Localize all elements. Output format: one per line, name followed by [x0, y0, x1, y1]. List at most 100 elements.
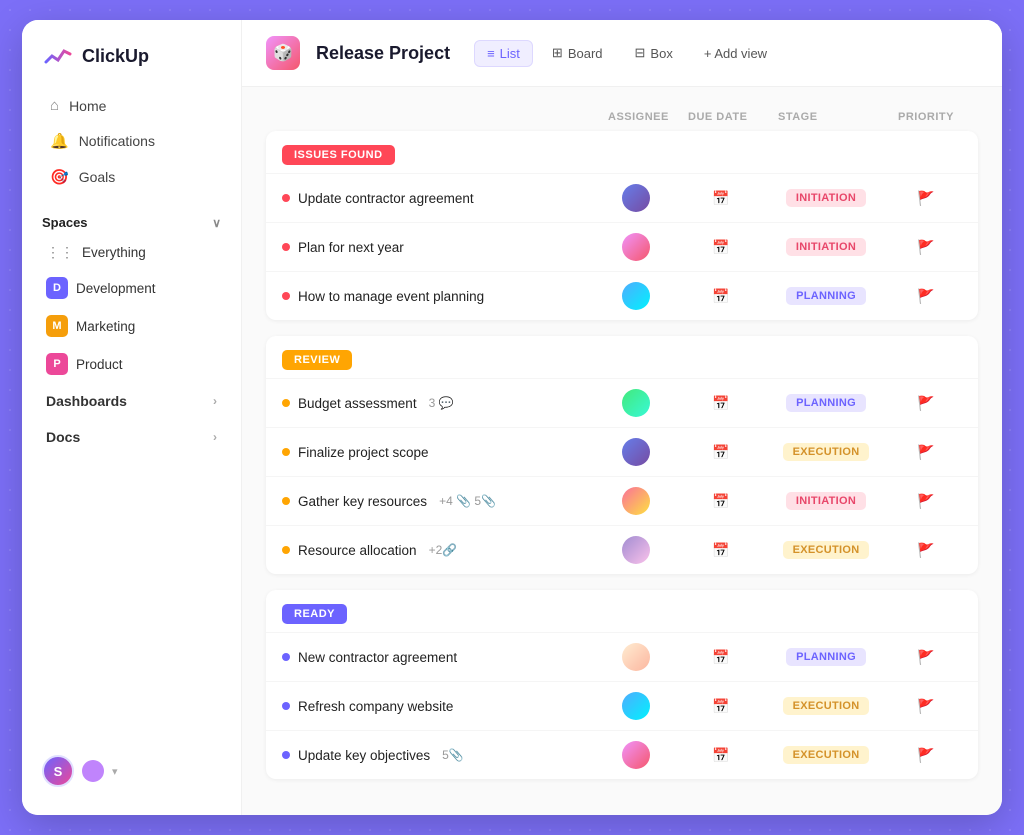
marketing-label: Marketing — [76, 319, 135, 334]
priority-cell: 🚩 — [886, 493, 966, 510]
due-date-cell: 📅 — [676, 493, 766, 510]
table-row[interactable]: Resource allocation +2🔗 📅 EXECUTION 🚩 — [266, 525, 978, 574]
task-name: Refresh company website — [298, 699, 453, 714]
assignee-cell — [596, 438, 676, 466]
task-dot — [282, 497, 290, 505]
home-icon: ⌂ — [50, 97, 59, 114]
due-date-cell: 📅 — [676, 747, 766, 764]
stage-badge: INITIATION — [786, 492, 866, 510]
table-row[interactable]: New contractor agreement 📅 PLANNING 🚩 — [266, 632, 978, 681]
stage-cell: PLANNING — [766, 394, 886, 412]
view-tabs: ≡ List ⊞ Board ⊟ Box + Add view — [474, 39, 779, 67]
grid-icon: ⋮⋮ — [46, 244, 74, 261]
col-due-date: DUE DATE — [688, 111, 778, 123]
due-date-cell: 📅 — [676, 395, 766, 412]
add-view-button[interactable]: + Add view — [692, 41, 779, 66]
section-label-review: REVIEW — [282, 350, 352, 370]
table-row[interactable]: Finalize project scope 📅 EXECUTION 🚩 — [266, 427, 978, 476]
box-icon: ⊟ — [635, 45, 646, 61]
avatar — [622, 536, 650, 564]
priority-cell: 🚩 — [886, 542, 966, 559]
task-dot — [282, 243, 290, 251]
task-name: Update key objectives — [298, 748, 430, 763]
add-view-label: + Add view — [704, 46, 767, 61]
avatar — [622, 233, 650, 261]
stage-badge: INITIATION — [786, 189, 866, 207]
stage-badge: EXECUTION — [783, 443, 870, 461]
task-name: Budget assessment — [298, 396, 417, 411]
table-row[interactable]: Gather key resources +4 📎 5📎 📅 INITIATIO… — [266, 476, 978, 525]
sidebar-item-notifications[interactable]: 🔔 Notifications — [30, 124, 233, 158]
avatar — [622, 282, 650, 310]
task-name: Plan for next year — [298, 240, 404, 255]
tab-box[interactable]: ⊟ Box — [622, 39, 686, 67]
due-date-cell: 📅 — [676, 444, 766, 461]
section-review: REVIEW Budget assessment 3 💬 📅 PLANNING … — [266, 336, 978, 574]
assignee-cell — [596, 389, 676, 417]
stage-cell: PLANNING — [766, 287, 886, 305]
spaces-label: Spaces — [42, 215, 88, 230]
sidebar-item-product[interactable]: P Product — [26, 346, 237, 382]
section-label-ready: READY — [282, 604, 347, 624]
task-dot — [282, 448, 290, 456]
project-title: Release Project — [316, 43, 450, 64]
product-badge: P — [46, 353, 68, 375]
table-row[interactable]: Refresh company website 📅 EXECUTION 🚩 — [266, 681, 978, 730]
priority-cell: 🚩 — [886, 747, 966, 764]
sidebar-item-development[interactable]: D Development — [26, 270, 237, 306]
table-row[interactable]: Plan for next year 📅 INITIATION 🚩 — [266, 222, 978, 271]
assignee-cell — [596, 643, 676, 671]
app-container: ClickUp ⌂ Home 🔔 Notifications 🎯 Goals S… — [22, 20, 1002, 815]
main-header: 🎲 Release Project ≡ List ⊞ Board ⊟ Box +… — [242, 20, 1002, 87]
due-date-cell: 📅 — [676, 190, 766, 207]
priority-cell: 🚩 — [886, 444, 966, 461]
sidebar-footer: S ▾ — [22, 743, 241, 799]
dashboards-label: Dashboards — [46, 393, 127, 409]
sidebar-item-docs[interactable]: Docs › — [26, 420, 237, 454]
priority-cell: 🚩 — [886, 190, 966, 207]
priority-cell: 🚩 — [886, 649, 966, 666]
marketing-badge: M — [46, 315, 68, 337]
priority-cell: 🚩 — [886, 395, 966, 412]
sidebar-item-dashboards[interactable]: Dashboards › — [26, 384, 237, 418]
stage-cell: INITIATION — [766, 238, 886, 256]
stage-cell: INITIATION — [766, 189, 886, 207]
stage-badge: EXECUTION — [783, 541, 870, 559]
table-row[interactable]: How to manage event planning 📅 PLANNING … — [266, 271, 978, 320]
tab-board[interactable]: ⊞ Board — [539, 39, 616, 67]
project-icon: 🎲 — [266, 36, 300, 70]
sidebar-item-home[interactable]: ⌂ Home — [30, 89, 233, 122]
avatar — [622, 643, 650, 671]
col-priority: PRIORITY — [898, 111, 978, 123]
task-dot — [282, 702, 290, 710]
assignee-cell — [596, 233, 676, 261]
app-name: ClickUp — [82, 46, 149, 67]
priority-cell: 🚩 — [886, 239, 966, 256]
task-dot — [282, 653, 290, 661]
sidebar: ClickUp ⌂ Home 🔔 Notifications 🎯 Goals S… — [22, 20, 242, 815]
chevron-right-icon-docs: › — [213, 430, 217, 444]
development-label: Development — [76, 281, 156, 296]
priority-cell: 🚩 — [886, 698, 966, 715]
avatar — [622, 438, 650, 466]
table-row[interactable]: Budget assessment 3 💬 📅 PLANNING 🚩 — [266, 378, 978, 427]
table-row[interactable]: Update key objectives 5📎 📅 EXECUTION 🚩 — [266, 730, 978, 779]
table-row[interactable]: Update contractor agreement 📅 INITIATION… — [266, 173, 978, 222]
user-dropdown-arrow[interactable]: ▾ — [112, 765, 118, 778]
stage-cell: EXECUTION — [766, 541, 886, 559]
sidebar-item-everything[interactable]: ⋮⋮ Everything — [26, 237, 237, 268]
stage-badge: INITIATION — [786, 238, 866, 256]
everything-label: Everything — [82, 245, 146, 260]
due-date-cell: 📅 — [676, 288, 766, 305]
stage-cell: EXECUTION — [766, 746, 886, 764]
stage-badge: PLANNING — [786, 394, 866, 412]
task-name: New contractor agreement — [298, 650, 457, 665]
section-ready: READY New contractor agreement 📅 PLANNIN… — [266, 590, 978, 779]
tab-list[interactable]: ≡ List — [474, 40, 533, 67]
sidebar-item-goals[interactable]: 🎯 Goals — [30, 160, 233, 194]
chevron-down-icon[interactable]: ∨ — [212, 216, 221, 230]
sidebar-item-marketing[interactable]: M Marketing — [26, 308, 237, 344]
user-avatar[interactable]: S — [42, 755, 74, 787]
stage-cell: EXECUTION — [766, 443, 886, 461]
task-dot — [282, 751, 290, 759]
